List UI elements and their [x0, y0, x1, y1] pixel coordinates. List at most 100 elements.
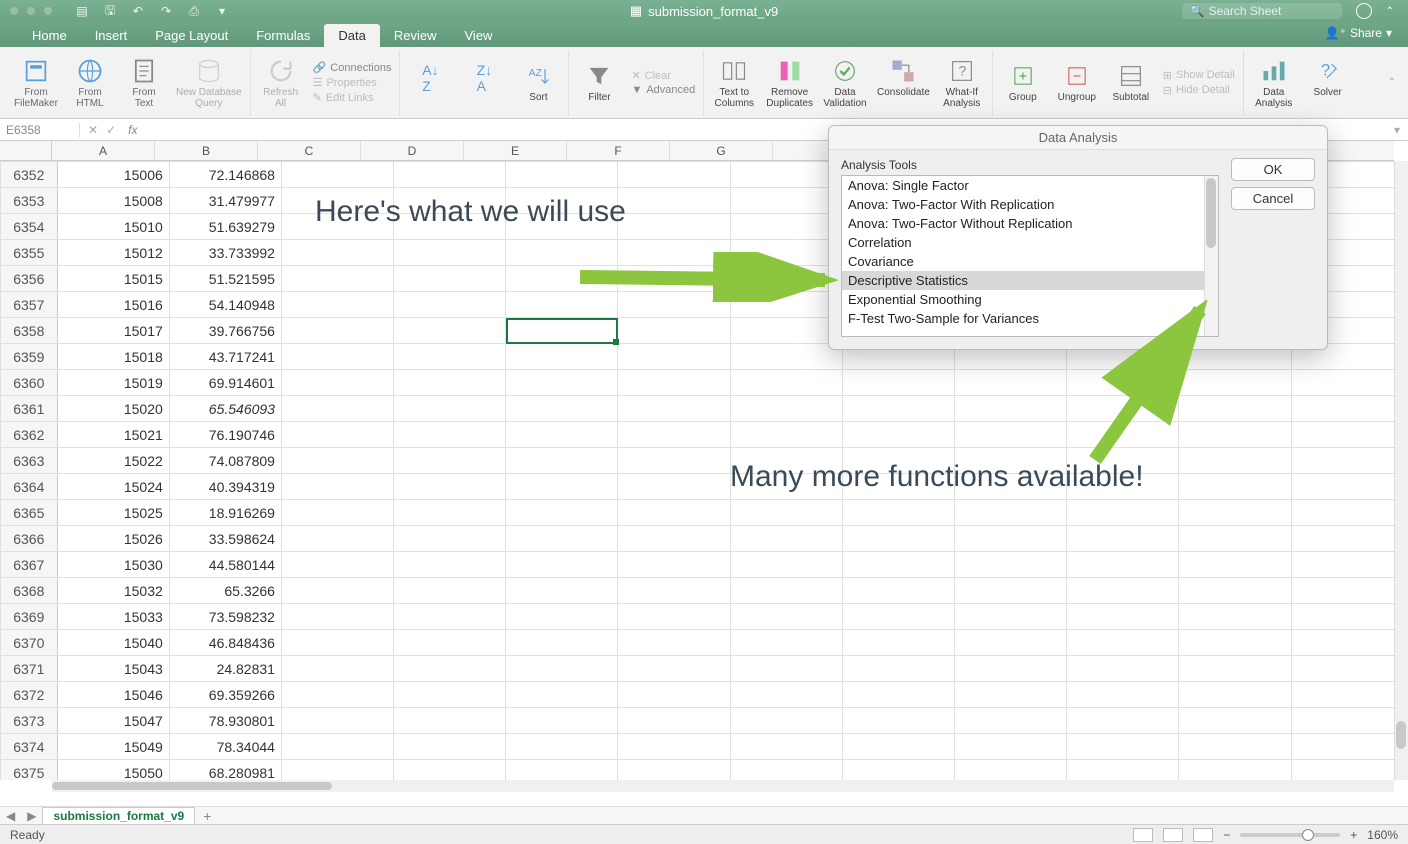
- zoom-out-button[interactable]: −: [1223, 828, 1230, 842]
- solver-button[interactable]: ?Solver: [1306, 57, 1350, 109]
- row-header[interactable]: 6355: [1, 240, 58, 266]
- cell[interactable]: [281, 214, 393, 240]
- prev-sheet-icon[interactable]: ◀: [0, 809, 21, 823]
- cell[interactable]: [618, 396, 730, 422]
- cell[interactable]: [394, 734, 506, 760]
- cell[interactable]: 51.521595: [169, 266, 281, 292]
- cell[interactable]: [281, 318, 393, 344]
- cell[interactable]: 15025: [57, 500, 169, 526]
- cell[interactable]: [1179, 422, 1291, 448]
- chevron-up-icon[interactable]: ⌃: [1386, 6, 1394, 17]
- cell[interactable]: [506, 734, 618, 760]
- cell[interactable]: [1067, 474, 1179, 500]
- cell[interactable]: [842, 526, 954, 552]
- text-to-columns-button[interactable]: Text toColumns: [712, 57, 756, 109]
- cell[interactable]: [506, 474, 618, 500]
- analysis-tool-item[interactable]: Exponential Smoothing: [842, 290, 1218, 309]
- cell[interactable]: [281, 656, 393, 682]
- row-header[interactable]: 6368: [1, 578, 58, 604]
- cell[interactable]: [730, 526, 842, 552]
- cell[interactable]: [1067, 396, 1179, 422]
- cell[interactable]: 65.546093: [169, 396, 281, 422]
- cell[interactable]: [281, 344, 393, 370]
- cell[interactable]: [730, 292, 842, 318]
- feedback-icon[interactable]: [1356, 3, 1372, 19]
- cell[interactable]: [842, 396, 954, 422]
- cell[interactable]: [618, 734, 730, 760]
- cell[interactable]: [730, 578, 842, 604]
- row-header[interactable]: 6358: [1, 318, 58, 344]
- cell[interactable]: 69.914601: [169, 370, 281, 396]
- cell[interactable]: [1067, 682, 1179, 708]
- cell[interactable]: 15019: [57, 370, 169, 396]
- cell[interactable]: [618, 318, 730, 344]
- clear-filter-button[interactable]: ✕Clear: [631, 69, 671, 82]
- cell[interactable]: 15008: [57, 188, 169, 214]
- cell[interactable]: [730, 214, 842, 240]
- cell[interactable]: [1067, 370, 1179, 396]
- cell[interactable]: [281, 760, 393, 781]
- cell[interactable]: 43.717241: [169, 344, 281, 370]
- cell[interactable]: [955, 682, 1067, 708]
- tab-formulas[interactable]: Formulas: [242, 24, 324, 47]
- cell[interactable]: [394, 422, 506, 448]
- row-header[interactable]: 6361: [1, 396, 58, 422]
- cell[interactable]: [1291, 552, 1394, 578]
- consolidate-button[interactable]: Consolidate: [877, 57, 930, 109]
- cell[interactable]: [506, 266, 618, 292]
- row-header[interactable]: 6366: [1, 526, 58, 552]
- cell[interactable]: [394, 162, 506, 188]
- cell[interactable]: [1067, 734, 1179, 760]
- cell[interactable]: [618, 708, 730, 734]
- cell[interactable]: [1179, 448, 1291, 474]
- cell[interactable]: [955, 526, 1067, 552]
- cell[interactable]: [618, 422, 730, 448]
- cell[interactable]: [1179, 474, 1291, 500]
- fx-icon[interactable]: fx: [124, 123, 137, 137]
- cell[interactable]: 15040: [57, 630, 169, 656]
- select-all-corner[interactable]: [0, 141, 52, 161]
- save-as-icon[interactable]: 🖫: [102, 3, 118, 19]
- cell[interactable]: 39.766756: [169, 318, 281, 344]
- cell[interactable]: 65.3266: [169, 578, 281, 604]
- row-header[interactable]: 6356: [1, 266, 58, 292]
- cell[interactable]: [842, 448, 954, 474]
- cell[interactable]: [618, 448, 730, 474]
- cell[interactable]: 40.394319: [169, 474, 281, 500]
- cell[interactable]: [618, 266, 730, 292]
- cell[interactable]: 15043: [57, 656, 169, 682]
- cell[interactable]: [506, 552, 618, 578]
- cell[interactable]: [842, 708, 954, 734]
- cell[interactable]: [730, 656, 842, 682]
- cell[interactable]: [618, 552, 730, 578]
- cell[interactable]: [1291, 760, 1394, 781]
- cell[interactable]: [842, 552, 954, 578]
- cell[interactable]: [394, 266, 506, 292]
- cell[interactable]: [1291, 656, 1394, 682]
- cell[interactable]: [955, 396, 1067, 422]
- cell[interactable]: 44.580144: [169, 552, 281, 578]
- cell[interactable]: [281, 552, 393, 578]
- cell[interactable]: [618, 500, 730, 526]
- cell[interactable]: [955, 422, 1067, 448]
- cell[interactable]: [730, 396, 842, 422]
- collapse-ribbon-icon[interactable]: ⌃: [1388, 77, 1402, 88]
- cell[interactable]: 15021: [57, 422, 169, 448]
- cell[interactable]: [955, 370, 1067, 396]
- sort-button[interactable]: AZSort: [516, 62, 560, 103]
- row-header[interactable]: 6357: [1, 292, 58, 318]
- cell[interactable]: [1179, 396, 1291, 422]
- cell[interactable]: [618, 604, 730, 630]
- cell[interactable]: [281, 240, 393, 266]
- cell[interactable]: [506, 344, 618, 370]
- row-header[interactable]: 6370: [1, 630, 58, 656]
- cell[interactable]: [506, 188, 618, 214]
- cell[interactable]: [506, 162, 618, 188]
- remove-duplicates-button[interactable]: RemoveDuplicates: [766, 57, 813, 109]
- cell[interactable]: [394, 396, 506, 422]
- cell[interactable]: [618, 214, 730, 240]
- cell[interactable]: 73.598232: [169, 604, 281, 630]
- ok-button[interactable]: OK: [1231, 158, 1315, 181]
- cell[interactable]: [730, 344, 842, 370]
- cell[interactable]: [730, 682, 842, 708]
